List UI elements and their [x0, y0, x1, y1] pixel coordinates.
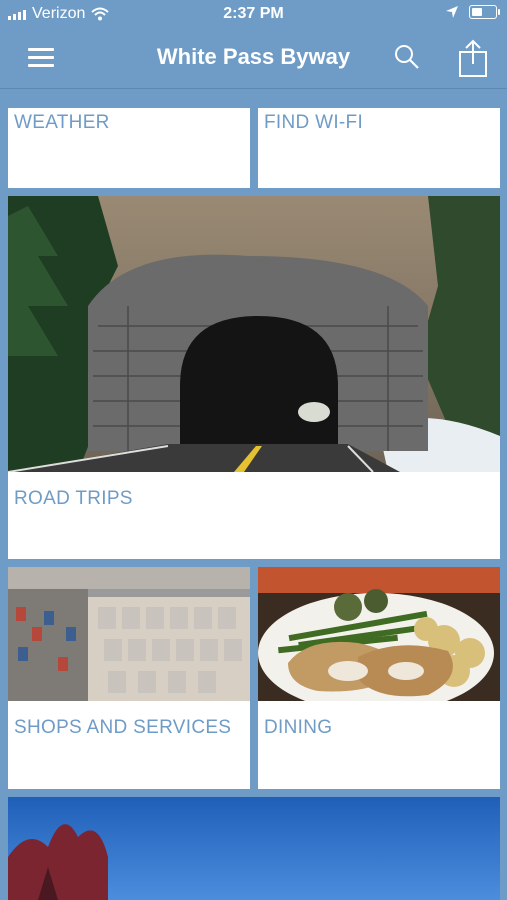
tile-find-wifi[interactable]: FIND WI-FI [258, 108, 500, 188]
tile-find-wifi-label: FIND WI-FI [264, 112, 364, 133]
tile-shops-services-label: SHOPS AND SERVICES [14, 717, 232, 738]
tile-weather-label: WEATHER [14, 112, 110, 133]
tile-grid: WEATHER FIND WI-FI ROAD TRIPS SHOPS AND … [0, 98, 507, 900]
tile-road-trips[interactable]: ROAD TRIPS [8, 196, 500, 559]
page-title: White Pass Byway [156, 44, 351, 69]
status-right-group [445, 5, 500, 19]
tile-weather[interactable]: WEATHER [8, 108, 250, 188]
sky-trees-image [8, 797, 500, 900]
status-bar: Verizon 2:37 PM [0, 0, 507, 30]
tile-road-trips-label: ROAD TRIPS [14, 488, 133, 509]
location-arrow-icon [446, 6, 458, 18]
tile-next[interactable] [8, 797, 500, 900]
tile-dining-label: DINING [264, 717, 333, 738]
shop-shelves-image [8, 567, 250, 701]
tunnel-image [8, 196, 500, 472]
nav-bar: White Pass Byway [0, 30, 507, 89]
search-icon[interactable] [392, 42, 422, 72]
tile-dining[interactable]: DINING [258, 567, 500, 789]
status-time: 2:37 PM [223, 5, 284, 22]
battery-icon [469, 5, 500, 19]
dining-plate-image [258, 567, 500, 701]
share-icon[interactable] [456, 38, 490, 78]
tile-shops-services[interactable]: SHOPS AND SERVICES [8, 567, 250, 789]
